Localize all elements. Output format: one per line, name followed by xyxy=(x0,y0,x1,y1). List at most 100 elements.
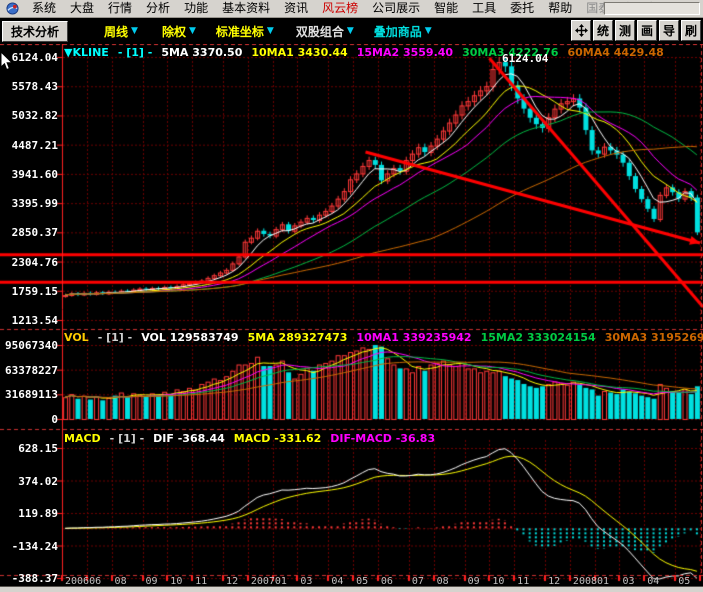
coordinate-dropdown[interactable]: 标准坐标▼ xyxy=(216,23,274,40)
date-label-200701: 200701 xyxy=(251,576,287,587)
draw-button[interactable]: 画 xyxy=(637,20,657,41)
date-label-10: 10 xyxy=(492,576,504,587)
peak-price-annotation: 6124.04 xyxy=(502,52,548,65)
toolbar-buttons: 统测画导刷 xyxy=(571,20,701,41)
overlay-dropdown[interactable]: 叠加商品▼ xyxy=(374,23,432,40)
export-button[interactable]: 导 xyxy=(659,20,679,41)
volume-header-seg-3: 5MA 289327473 xyxy=(248,331,348,344)
volume-header-seg-2: VOL 129583749 xyxy=(141,331,238,344)
macd-ytick-0: 628.15 xyxy=(0,442,58,455)
toolbar: 技术分析 周线▼除权▼标准坐标▼双股组合▼叠加商品▼ 统测画导刷 xyxy=(0,18,703,44)
date-label-06: 06 xyxy=(381,576,393,587)
date-label-09: 09 xyxy=(146,576,158,587)
kline-header-seg-3: 10MA1 3430.44 xyxy=(251,46,347,59)
toolbar-dropdowns: 周线▼除权▼标准坐标▼双股组合▼叠加商品▼ xyxy=(68,23,432,40)
period-dropdown-label: 周线 xyxy=(104,23,128,40)
date-label-03: 03 xyxy=(300,576,312,587)
kline-ytick-3: 4487.21 xyxy=(0,139,58,152)
quick-entry-box[interactable] xyxy=(604,2,700,15)
volume-header: VOL- [1] -VOL 1295837495MA 28932747310MA… xyxy=(64,331,703,344)
macd-header-seg-1: - [1] - xyxy=(110,432,145,445)
menu-functions[interactable]: 功能 xyxy=(177,0,215,17)
volume-header-seg-1: - [1] - xyxy=(98,331,133,344)
menu-analysis[interactable]: 分析 xyxy=(139,0,177,17)
volume-header-seg-6: 30MA3 319526994 xyxy=(605,331,703,344)
kline-ytick-5: 3395.99 xyxy=(0,197,58,210)
date-label-11: 11 xyxy=(195,576,207,587)
menu-smart[interactable]: 智能 xyxy=(427,0,465,17)
volume-ytick-2: 31689113 xyxy=(0,388,58,401)
menu-bar: 系统大盘行情分析功能基本资料资讯风云榜公司展示智能工具委托帮助国泰君安服务 xyxy=(0,0,703,18)
mouse-cursor-icon xyxy=(0,52,14,72)
exright-dropdown-label: 除权 xyxy=(162,23,186,40)
macd-ytick-4: -388.37 xyxy=(0,572,58,585)
menu-news[interactable]: 资讯 xyxy=(277,0,315,17)
kline-ytick-4: 3941.60 xyxy=(0,168,58,181)
kline-header-seg-1: - [1] - xyxy=(118,46,153,59)
menu-company[interactable]: 公司展示 xyxy=(365,0,427,17)
macd-header-seg-4: DIF-MACD -36.83 xyxy=(330,432,435,445)
volume-header-seg-5: 15MA2 333024154 xyxy=(481,331,596,344)
pan-button[interactable] xyxy=(571,20,591,41)
date-label-05: 05 xyxy=(678,576,690,587)
date-label-04: 04 xyxy=(331,576,343,587)
menu-trade[interactable]: 委托 xyxy=(503,0,541,17)
kline-ytick-6: 2850.37 xyxy=(0,226,58,239)
date-label-200606: 200606 xyxy=(65,576,101,587)
volume-header-seg-4: 10MA1 339235942 xyxy=(356,331,471,344)
menu-ranking[interactable]: 风云榜 xyxy=(315,0,365,17)
kline-ytick-2: 5032.82 xyxy=(0,109,58,122)
macd-header-seg-0: MACD xyxy=(64,432,101,445)
overlay-dropdown-arrow-icon: ▼ xyxy=(425,26,432,36)
menu-market[interactable]: 大盘 xyxy=(63,0,101,17)
coordinate-dropdown-label: 标准坐标 xyxy=(216,23,264,40)
dualstock-dropdown[interactable]: 双股组合▼ xyxy=(296,23,354,40)
menu-quotes[interactable]: 行情 xyxy=(101,0,139,17)
date-label-08: 08 xyxy=(115,576,127,587)
kline-header: ▼KLINE - [1] - 5MA 3370.50 10MA1 3430.44 15M… xyxy=(64,46,664,59)
date-label-03: 03 xyxy=(622,576,634,587)
dualstock-dropdown-arrow-icon: ▼ xyxy=(347,26,354,36)
macd-header-seg-3: MACD -331.62 xyxy=(234,432,322,445)
macd-header-seg-2: DIF -368.44 xyxy=(153,432,225,445)
date-label-11: 11 xyxy=(517,576,529,587)
date-label-200801: 200801 xyxy=(573,576,609,587)
date-label-10: 10 xyxy=(170,576,182,587)
kline-header-seg-6: 60MA4 4429.48 xyxy=(567,46,663,59)
menu-system[interactable]: 系统 xyxy=(25,0,63,17)
date-label-04: 04 xyxy=(647,576,659,587)
globe-icon xyxy=(6,2,19,15)
move-icon xyxy=(575,24,588,37)
kline-ytick-9: 1213.54 xyxy=(0,314,58,327)
menu-help[interactable]: 帮助 xyxy=(541,0,579,17)
volume-ytick-0: 95067340 xyxy=(0,339,58,352)
coordinate-dropdown-arrow-icon: ▼ xyxy=(267,26,274,36)
kline-header-seg-0: ▼KLINE xyxy=(64,46,109,59)
volume-ytick-3: 0 xyxy=(0,413,58,426)
date-label-12: 12 xyxy=(548,576,560,587)
date-label-09: 09 xyxy=(468,576,480,587)
kline-header-seg-4: 15MA2 3559.40 xyxy=(357,46,453,59)
volume-ytick-1: 63378227 xyxy=(0,364,58,377)
macd-header: MACD - [1] - DIF -368.44 MACD -331.62 DIF-MA… xyxy=(64,432,435,445)
date-label-12: 12 xyxy=(226,576,238,587)
menu-tools[interactable]: 工具 xyxy=(465,0,503,17)
chart-area: ▼KLINE - [1] - 5MA 3370.50 10MA1 3430.44 15M… xyxy=(0,44,703,586)
menu-fundamental[interactable]: 基本资料 xyxy=(215,0,277,17)
dualstock-dropdown-label: 双股组合 xyxy=(296,23,344,40)
refresh-button[interactable]: 刷 xyxy=(681,20,701,41)
stats-button[interactable]: 统 xyxy=(593,20,613,41)
kline-ytick-8: 1759.15 xyxy=(0,285,58,298)
period-dropdown-arrow-icon: ▼ xyxy=(131,26,138,36)
measure-button[interactable]: 测 xyxy=(615,20,635,41)
kline-ytick-1: 5578.43 xyxy=(0,80,58,93)
exright-dropdown[interactable]: 除权▼ xyxy=(162,23,196,40)
period-dropdown[interactable]: 周线▼ xyxy=(104,23,138,40)
macd-ytick-2: 119.89 xyxy=(0,507,58,520)
chart-canvas[interactable] xyxy=(0,44,703,586)
kline-header-seg-2: 5MA 3370.50 xyxy=(161,46,242,59)
kline-ytick-7: 2304.76 xyxy=(0,256,58,269)
technical-analysis-button[interactable]: 技术分析 xyxy=(2,21,68,42)
date-label-05: 05 xyxy=(356,576,368,587)
date-label-08: 08 xyxy=(437,576,449,587)
